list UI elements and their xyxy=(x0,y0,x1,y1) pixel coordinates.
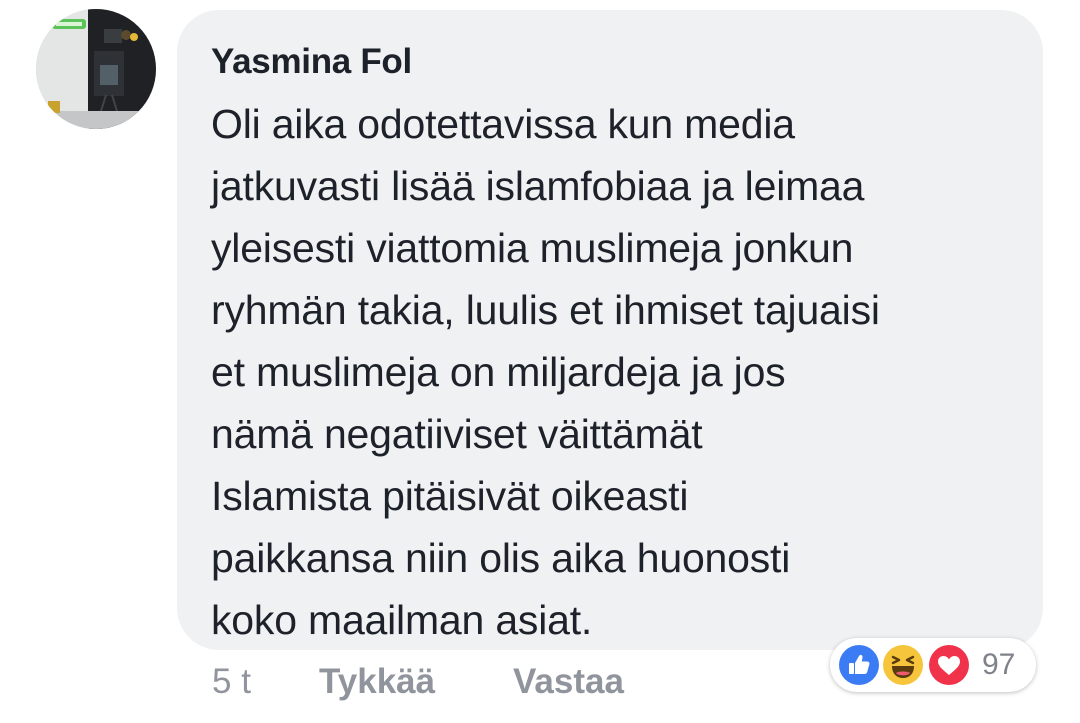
like-icon xyxy=(836,642,882,688)
avatar[interactable] xyxy=(36,9,156,129)
comment-line: jatkuvasti lisää islamfobiaa ja leimaa xyxy=(211,163,865,209)
comment-line: paikkansa niin olis aika huonosti xyxy=(211,535,791,581)
like-button[interactable]: Tykkää xyxy=(319,660,435,704)
avatar-image xyxy=(36,9,156,129)
comment-line: nämä negatiiviset väittämät xyxy=(211,411,703,457)
comment-line: Oli aika odotettavissa kun media xyxy=(211,101,795,147)
reactions-summary[interactable]: 97 xyxy=(830,638,1036,692)
comment-line: Islamista pitäisivät oikeasti xyxy=(211,473,689,519)
comment-body: Oli aika odotettavissa kun media jatkuva… xyxy=(211,93,1009,651)
comment-timestamp: 5 t xyxy=(212,662,251,701)
comment-author[interactable]: Yasmina Fol xyxy=(211,40,1009,84)
comment-line: ryhmän takia, luulis et ihmiset tajuaisi xyxy=(211,287,880,333)
reaction-count: 97 xyxy=(982,648,1016,681)
comment-bubble: Yasmina Fol Oli aika odotettavissa kun m… xyxy=(177,10,1043,650)
haha-icon xyxy=(880,642,926,688)
reply-button[interactable]: Vastaa xyxy=(513,660,624,704)
comment-line: yleisesti viattomia muslimeja jonkun xyxy=(211,225,854,271)
love-icon xyxy=(926,642,972,688)
comment-line: et muslimeja on miljardeja ja jos xyxy=(211,349,786,395)
